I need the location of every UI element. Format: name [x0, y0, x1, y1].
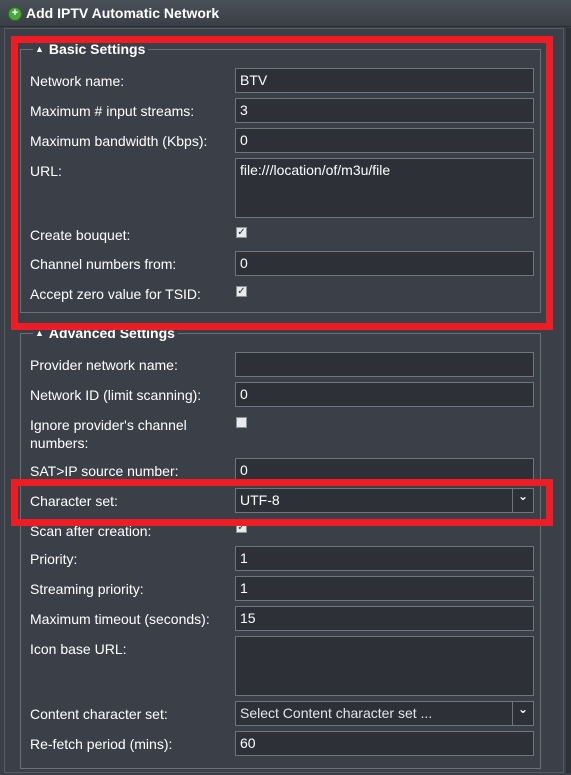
max-bandwidth-label: Maximum bandwidth (Kbps): [30, 133, 208, 149]
advanced-settings-legend: Advanced Settings [48, 325, 175, 341]
network-id-label: Network ID (limit scanning): [30, 387, 202, 403]
icon-base-url-textarea[interactable] [235, 636, 534, 696]
dialog-title-bar: + Add IPTV Automatic Network [0, 0, 571, 27]
max-bandwidth-input[interactable]: 0 [235, 128, 534, 153]
channel-numbers-input[interactable]: 0 [235, 251, 534, 276]
channel-numbers-label: Channel numbers from: [30, 256, 177, 272]
checkmark-icon: ✓ [237, 227, 246, 238]
provider-network-input[interactable] [235, 352, 534, 377]
content-charset-select[interactable]: Select Content character set ... ⌄ [235, 701, 534, 726]
refetch-period-label: Re-fetch period (mins): [30, 736, 173, 752]
streaming-priority-input[interactable]: 1 [235, 576, 534, 601]
scan-after-label: Scan after creation: [30, 523, 152, 539]
priority-input[interactable]: 1 [235, 546, 534, 571]
character-set-value: UTF-8 [240, 492, 280, 508]
chevron-down-icon[interactable]: ⌄ [512, 702, 533, 725]
network-name-label: Network name: [30, 73, 125, 89]
satip-source-label: SAT>IP source number: [30, 463, 179, 479]
network-name-input[interactable]: BTV [235, 68, 534, 93]
content-charset-value: Select Content character set ... [240, 705, 433, 721]
chevron-down-icon[interactable]: ⌄ [512, 489, 533, 512]
network-id-input[interactable]: 0 [235, 382, 534, 407]
accept-zero-tsid-checkbox[interactable]: ✓ [236, 286, 247, 297]
provider-network-label: Provider network name: [30, 357, 178, 373]
checkmark-icon: ✓ [237, 286, 246, 297]
satip-source-input[interactable]: 0 [235, 458, 534, 483]
streaming-priority-label: Streaming priority: [30, 581, 144, 597]
character-set-select[interactable]: UTF-8 ⌄ [235, 488, 534, 513]
icon-base-url-label: Icon base URL: [30, 641, 127, 657]
refetch-period-input[interactable]: 60 [235, 731, 534, 756]
add-circle-icon: + [8, 7, 22, 21]
checkmark-icon: ✓ [237, 522, 246, 533]
max-timeout-input[interactable]: 15 [235, 606, 534, 631]
ignore-channel-numbers-label: Ignore provider's channel numbers: [30, 417, 187, 451]
accept-zero-tsid-label: Accept zero value for TSID: [30, 286, 201, 302]
max-streams-label: Maximum # input streams: [30, 103, 195, 119]
content-charset-label: Content character set: [30, 706, 168, 722]
create-bouquet-checkbox[interactable]: ✓ [236, 227, 247, 238]
scan-after-checkbox[interactable]: ✓ [236, 522, 247, 533]
priority-label: Priority: [30, 551, 78, 567]
max-streams-input[interactable]: 3 [235, 98, 534, 123]
advanced-settings-toggle[interactable]: ▲ Advanced Settings [33, 325, 178, 341]
url-label: URL: [30, 163, 62, 179]
collapse-triangle-icon: ▲ [35, 44, 44, 54]
basic-settings-legend: Basic Settings [48, 41, 146, 57]
character-set-label: Character set: [30, 493, 118, 509]
dialog-title: Add IPTV Automatic Network [26, 5, 220, 21]
basic-settings-toggle[interactable]: ▲ Basic Settings [33, 41, 149, 57]
ignore-channel-numbers-checkbox[interactable] [236, 417, 247, 428]
url-textarea[interactable]: file:///location/of/m3u/file [235, 158, 534, 218]
create-bouquet-label: Create bouquet: [30, 227, 131, 243]
max-timeout-label: Maximum timeout (seconds): [30, 611, 210, 627]
scrollbar[interactable] [566, 28, 571, 773]
collapse-triangle-icon: ▲ [35, 328, 44, 338]
